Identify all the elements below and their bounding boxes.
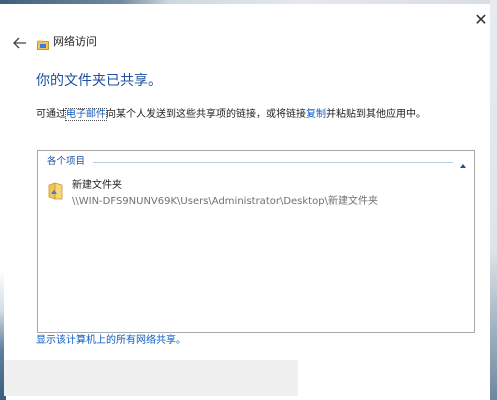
network-access-dialog: ✕ 网络访问 你的文件夹已共享。 可通过电子邮件向某个人发送到这些共享项的链接，… — [4, 4, 490, 396]
shared-item-path: \\WIN-DFS9NUNV69K\Users\Administrator\De… — [72, 196, 378, 207]
instruction-prefix: 可通过 — [36, 109, 66, 120]
items-group-divider — [93, 162, 453, 163]
instruction-suffix: 并粘贴到其他应用中。 — [326, 109, 426, 120]
dialog-button-bar — [4, 360, 298, 396]
items-group-header: 各个项目 — [47, 156, 86, 167]
collapse-group-button[interactable] — [458, 156, 468, 168]
close-button[interactable]: ✕ — [470, 10, 492, 30]
arrow-left-icon — [13, 37, 26, 49]
instruction-middle: 向某个人发送到这些共享项的链接，或将链接 — [106, 109, 306, 120]
shared-item[interactable]: 新建文件夹 \\WIN-DFS9NUNV69K\Users\Administra… — [48, 179, 428, 211]
email-link[interactable]: 电子邮件 — [65, 108, 107, 121]
shared-folder-icon — [48, 181, 64, 201]
instruction-text: 可通过电子邮件向某个人发送到这些共享项的链接，或将链接复制并粘贴到其他应用中。 — [36, 108, 426, 122]
show-all-shares-link[interactable]: 显示该计算机上的所有网络共享。 — [36, 334, 186, 348]
chevron-up-icon — [460, 164, 466, 168]
close-icon: ✕ — [474, 10, 488, 29]
network-share-icon — [37, 36, 49, 50]
page-heading: 你的文件夹已共享。 — [36, 73, 162, 89]
shared-item-name: 新建文件夹 — [72, 180, 122, 191]
copy-link[interactable]: 复制 — [306, 109, 326, 120]
shared-items-panel: 各个项目 新建文件夹 \\WIN-DFS9NUNV69K\Users\Admin… — [37, 150, 475, 333]
window-title: 网络访问 — [53, 35, 97, 48]
back-button[interactable] — [12, 35, 28, 49]
desktop-background-right — [490, 0, 497, 400]
